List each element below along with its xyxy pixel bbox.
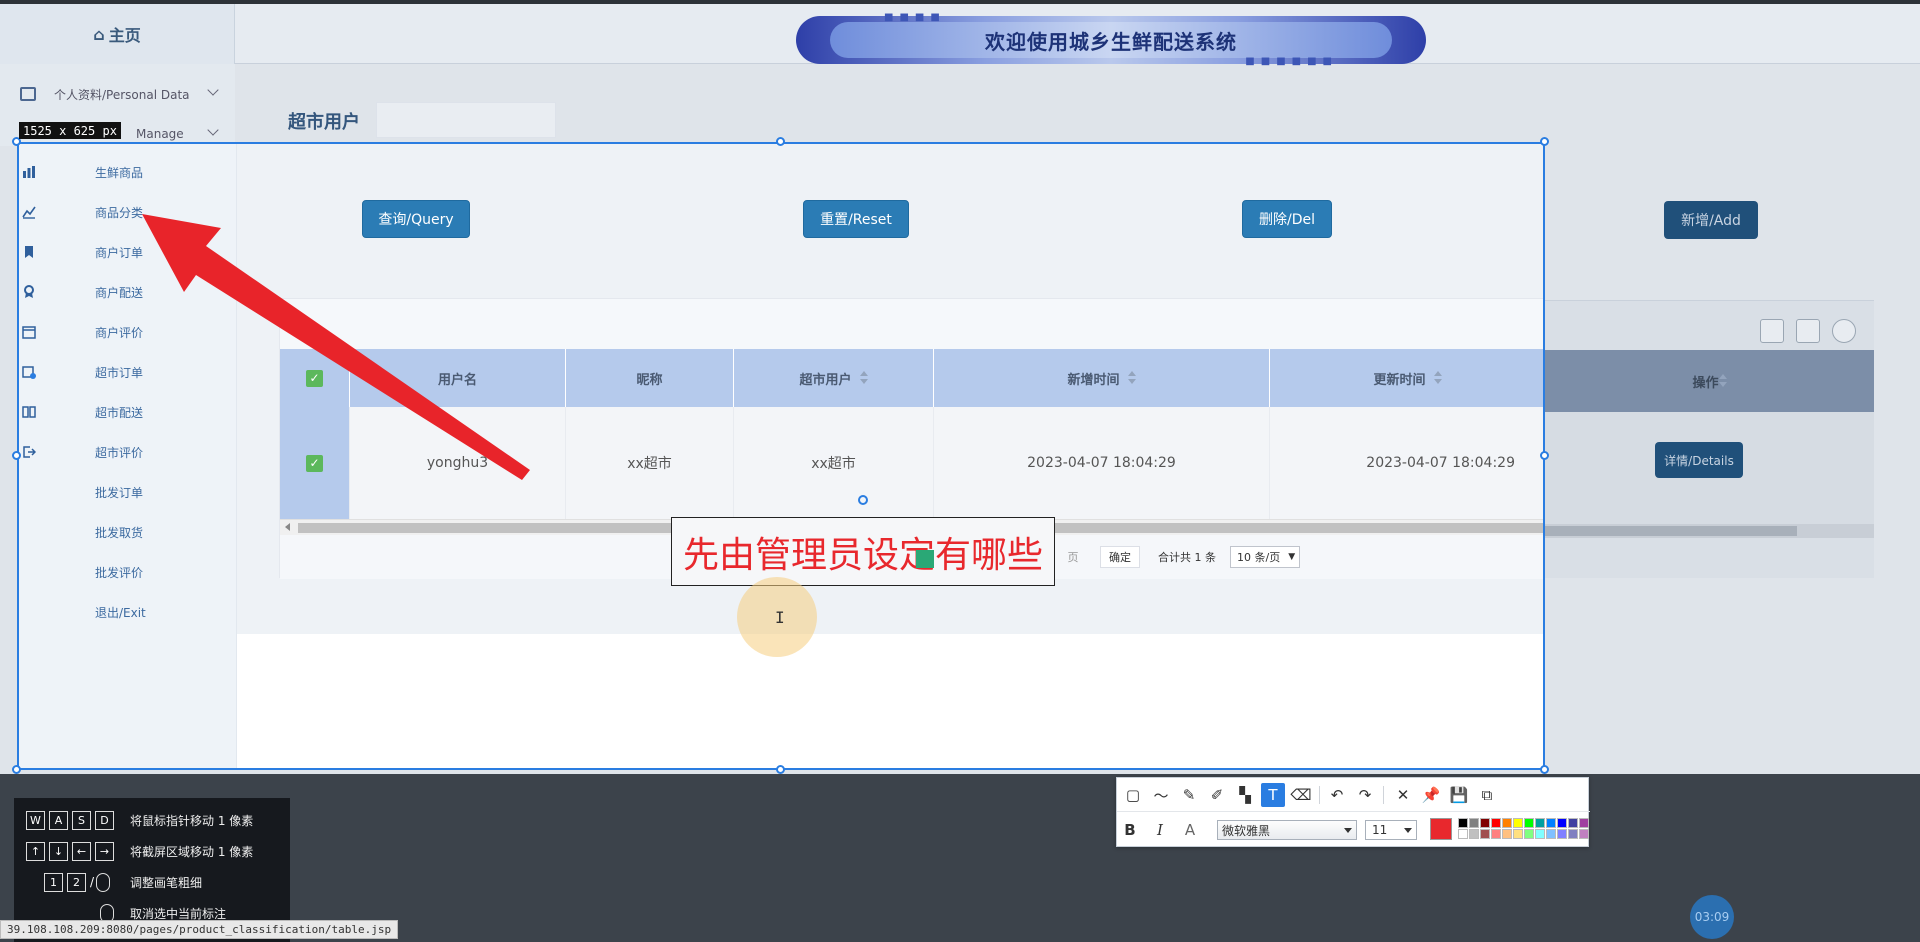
color-swatch[interactable] xyxy=(1469,829,1479,839)
annotation-toolbar: ▢ 〜 ✎ ✐ ▚ T ⌫ ↶ ↷ ✕ 📌 💾 ⧉ B I A 微软雅黑 11 xyxy=(1116,777,1590,848)
color-swatch[interactable] xyxy=(1491,818,1501,828)
highlighter-tool-icon[interactable]: ✐ xyxy=(1205,783,1229,807)
mouse-wheel-icon xyxy=(96,872,111,892)
bold-button[interactable]: B xyxy=(1119,819,1141,841)
key-right: → xyxy=(95,841,114,861)
color-swatch[interactable] xyxy=(1480,818,1490,828)
color-swatch[interactable] xyxy=(1513,829,1523,839)
help-row: W A S D 将鼠标指针移动 1 像素 xyxy=(14,808,290,832)
key-left: ← xyxy=(72,841,91,861)
eraser-tool-icon[interactable]: ⌫ xyxy=(1289,783,1313,807)
font-size-select[interactable]: 11 xyxy=(1365,820,1417,840)
pen-tool-icon[interactable]: ✎ xyxy=(1177,783,1201,807)
toolbar-tools: ▢ 〜 ✎ ✐ ▚ T ⌫ ↶ ↷ ✕ 📌 💾 ⧉ xyxy=(1117,778,1590,812)
text-tool-icon[interactable]: T xyxy=(1261,783,1285,807)
color-swatch[interactable] xyxy=(1579,818,1589,828)
key-1: 1 xyxy=(44,872,63,892)
color-palette xyxy=(1458,818,1589,842)
color-swatch[interactable] xyxy=(1568,818,1578,828)
color-swatch[interactable] xyxy=(1513,818,1523,828)
copy-icon[interactable]: ⧉ xyxy=(1475,783,1499,807)
font-family-select[interactable]: 微软雅黑 xyxy=(1217,820,1357,840)
color-swatch[interactable] xyxy=(1535,829,1545,839)
key-up: ↑ xyxy=(26,841,45,861)
key-d: D xyxy=(95,810,114,830)
color-swatch[interactable] xyxy=(1458,829,1468,839)
color-swatch[interactable] xyxy=(1524,829,1534,839)
arrow-icon xyxy=(142,214,530,480)
undo-icon[interactable]: ↶ xyxy=(1325,783,1349,807)
font-family-value: 微软雅黑 xyxy=(1222,823,1271,838)
chevron-down-icon xyxy=(1344,828,1352,833)
recording-timer[interactable]: 03:09 xyxy=(1690,895,1734,939)
polyline-tool-icon[interactable]: 〜 xyxy=(1149,783,1173,807)
key-2: 2 xyxy=(67,872,86,892)
redo-icon[interactable]: ↷ xyxy=(1353,783,1377,807)
pin-icon[interactable]: 📌 xyxy=(1419,783,1443,807)
color-swatch[interactable] xyxy=(1502,829,1512,839)
color-swatch[interactable] xyxy=(1546,829,1556,839)
current-color-swatch[interactable] xyxy=(1430,818,1452,840)
key-a: A xyxy=(49,810,68,830)
key-w: W xyxy=(26,810,45,830)
italic-button[interactable]: I xyxy=(1149,819,1171,841)
color-swatch[interactable] xyxy=(1557,818,1567,828)
outline-button[interactable]: A xyxy=(1179,819,1201,841)
help-text: 将截屏区域移动 1 像素 xyxy=(130,844,254,859)
key-down: ↓ xyxy=(49,841,68,861)
help-text: 取消选中当前标注 xyxy=(130,906,227,921)
slash: / xyxy=(90,875,95,889)
help-row: ↑ ↓ ← → 将截屏区域移动 1 像素 xyxy=(14,839,290,863)
close-icon[interactable]: ✕ xyxy=(1391,783,1415,807)
status-bar-url: 39.108.108.209:8080/pages/product_classi… xyxy=(0,920,399,939)
help-text: 调整画笔粗细 xyxy=(130,875,203,890)
shape-tool-icon[interactable]: ▢ xyxy=(1121,783,1145,807)
color-swatch[interactable] xyxy=(1546,818,1556,828)
font-size-value: 11 xyxy=(1372,823,1388,837)
color-swatch[interactable] xyxy=(1491,829,1501,839)
color-swatch[interactable] xyxy=(1568,829,1578,839)
save-icon[interactable]: 💾 xyxy=(1447,783,1471,807)
color-swatch[interactable] xyxy=(1557,829,1567,839)
key-s: S xyxy=(72,810,91,830)
color-swatch[interactable] xyxy=(1524,818,1534,828)
mosaic-tool-icon[interactable]: ▚ xyxy=(1233,783,1257,807)
color-swatch[interactable] xyxy=(1579,829,1589,839)
color-swatch[interactable] xyxy=(1535,818,1545,828)
chevron-down-icon xyxy=(1404,828,1412,833)
color-swatch[interactable] xyxy=(1480,829,1490,839)
color-swatch[interactable] xyxy=(1502,818,1512,828)
toolbar-format: B I A 微软雅黑 11 xyxy=(1117,813,1590,848)
help-row: 1 2 / 调整画笔粗细 xyxy=(14,870,290,894)
color-swatch[interactable] xyxy=(1469,818,1479,828)
help-text: 将鼠标指针移动 1 像素 xyxy=(130,813,254,828)
color-swatch[interactable] xyxy=(1458,818,1468,828)
